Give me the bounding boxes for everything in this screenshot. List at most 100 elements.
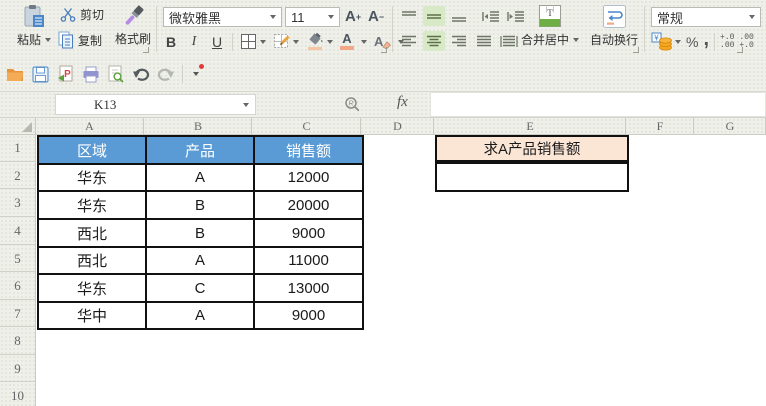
align-right-button[interactable] [448, 31, 470, 51]
table-data-cell[interactable]: 12000 [255, 165, 362, 190]
borders-grid-icon [240, 33, 257, 50]
formula-input[interactable] [430, 92, 766, 117]
alignment-dialog-launcher[interactable] [633, 47, 639, 53]
shrink-font-button[interactable]: A− [368, 8, 384, 25]
export-pdf-button[interactable]: P [54, 62, 77, 86]
undo-button[interactable] [129, 62, 152, 86]
row-header-6[interactable]: 6 [0, 273, 35, 300]
merge-center-button[interactable]: T 合并居中 [518, 4, 582, 48]
distribute-button[interactable] [498, 31, 520, 51]
table-data-cell[interactable]: 西北 [39, 248, 145, 273]
name-box[interactable]: K13 [55, 94, 256, 115]
align-top-button[interactable] [398, 6, 420, 26]
table-data-cell[interactable]: 9000 [255, 303, 362, 328]
italic-button[interactable]: I [186, 34, 202, 50]
table-data-cell[interactable]: 13000 [255, 275, 362, 301]
paste-caret[interactable] [45, 38, 51, 42]
column-header-G[interactable]: G [695, 118, 766, 135]
bold-button[interactable]: B [163, 34, 179, 50]
name-box-caret[interactable] [243, 103, 249, 107]
font-color-caret[interactable] [361, 40, 367, 44]
task-value-cell[interactable] [437, 164, 627, 190]
open-file-button[interactable] [4, 62, 27, 86]
copy-button[interactable]: 复制 [58, 31, 102, 49]
customize-toolbar-button[interactable] [188, 62, 204, 86]
table-data-cell[interactable]: 20000 [255, 192, 362, 218]
format-painter-button[interactable]: 格式刷 [112, 2, 154, 47]
group-separator [156, 6, 157, 52]
table-data-cell[interactable]: 11000 [255, 248, 362, 273]
table-data-cell[interactable]: C [147, 275, 253, 301]
align-center-button[interactable] [423, 31, 445, 51]
fill-color-button[interactable] [306, 32, 333, 51]
table-data-cell[interactable]: A [147, 303, 253, 328]
search-icon[interactable]: R [344, 96, 361, 113]
decrease-indent-button[interactable] [480, 6, 502, 26]
borders-button[interactable] [240, 33, 266, 50]
paste-button[interactable]: 粘贴 [10, 3, 58, 54]
table-data-cell[interactable]: 9000 [255, 220, 362, 246]
table-data-cell[interactable]: A [147, 165, 253, 190]
underline-button[interactable]: U [209, 34, 225, 50]
table-data-cell[interactable]: 华中 [39, 303, 145, 328]
column-header-F[interactable]: F [627, 118, 694, 135]
row-header-1[interactable]: 1 [0, 135, 35, 162]
table-header-cell[interactable]: 销售额 [255, 137, 362, 163]
row-header-10[interactable]: 10 [0, 383, 35, 406]
table-data-cell[interactable]: B [147, 192, 253, 218]
table-data-cell[interactable]: 华东 [39, 192, 145, 218]
justify-button[interactable] [473, 31, 495, 51]
comma-format-button[interactable]: , [703, 34, 709, 44]
percent-format-button[interactable]: % [686, 34, 698, 50]
print-preview-icon [107, 65, 124, 83]
row-header-8[interactable]: 8 [0, 328, 35, 355]
svg-text:T: T [547, 8, 553, 18]
column-header-strip: ABCDEFG [0, 118, 766, 135]
insert-function-button[interactable]: fx [397, 94, 408, 111]
number-dialog-launcher[interactable] [737, 47, 743, 53]
font-color-button[interactable]: A [340, 33, 354, 50]
table-header-cell[interactable]: 区域 [39, 137, 145, 163]
column-header-C[interactable]: C [253, 118, 361, 135]
save-button[interactable] [29, 62, 52, 86]
row-header-7[interactable]: 7 [0, 301, 35, 327]
paste-label: 粘贴 [17, 31, 41, 48]
row-header-2[interactable]: 2 [0, 163, 35, 189]
font-size-combo[interactable]: 11 [285, 7, 340, 27]
font-family-combo[interactable]: 微软雅黑 [163, 7, 282, 27]
clipboard-dialog-launcher[interactable] [143, 47, 149, 53]
align-bottom-button[interactable] [448, 6, 470, 26]
column-header-B[interactable]: B [145, 118, 252, 135]
name-box-value: K13 [94, 97, 116, 113]
print-preview-button[interactable] [104, 62, 127, 86]
align-middle-button[interactable] [423, 6, 445, 26]
number-format-combo[interactable]: 常规 [651, 7, 761, 27]
row-header-9[interactable]: 9 [0, 356, 35, 382]
table-data-cell[interactable]: 华东 [39, 165, 145, 190]
row-header-3[interactable]: 3 [0, 190, 35, 217]
currency-format-button[interactable]: ¥ [651, 32, 681, 51]
increase-decimal-button[interactable]: +.0.00 [720, 34, 734, 50]
number-format-value: 常规 [657, 8, 683, 27]
column-header-E[interactable]: E [435, 118, 626, 135]
grow-font-button[interactable]: A+ [345, 8, 361, 25]
table-data-cell[interactable]: B [147, 220, 253, 246]
table-data-cell[interactable]: 西北 [39, 220, 145, 246]
column-header-D[interactable]: D [362, 118, 434, 135]
table-header-cell[interactable]: 产品 [147, 137, 253, 163]
table-data-cell[interactable]: A [147, 248, 253, 273]
print-button[interactable] [79, 62, 102, 86]
row-header-5[interactable]: 5 [0, 246, 35, 272]
currency-coins-icon: ¥ [651, 32, 673, 51]
task-title-cell[interactable]: 求A产品销售额 [437, 137, 627, 160]
table-data-cell[interactable]: 华东 [39, 275, 145, 301]
align-left-button[interactable] [398, 31, 420, 51]
column-header-A[interactable]: A [36, 118, 144, 135]
row-header-4[interactable]: 4 [0, 218, 35, 245]
wrap-text-button[interactable]: 自动换行 [586, 4, 642, 48]
select-all-corner[interactable] [0, 118, 36, 134]
draw-border-button[interactable] [273, 33, 299, 50]
redo-button[interactable] [154, 62, 177, 86]
font-dialog-launcher[interactable] [381, 47, 387, 53]
cut-button[interactable]: 剪切 [60, 6, 104, 23]
